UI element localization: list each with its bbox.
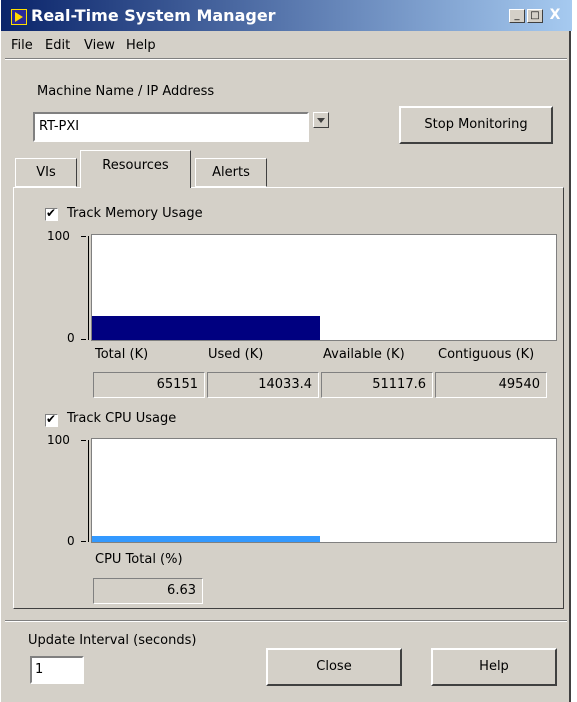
menu-bar: File Edit View Help [1,34,572,56]
memory-axis-min: 0 [67,331,75,345]
cpu-usage-bar [92,536,320,542]
menu-help[interactable]: Help [126,38,156,53]
tab-alerts[interactable]: Alerts [195,158,267,187]
menu-edit[interactable]: Edit [45,38,70,53]
minimize-button[interactable]: _ [509,9,525,23]
close-button[interactable]: Close [266,648,402,686]
machine-dropdown-button[interactable] [313,112,329,128]
menu-separator [5,58,567,60]
memory-col-total: Total (K) [95,347,149,362]
cpu-usage-chart [91,438,557,543]
track-cpu-label: Track CPU Usage [67,411,177,426]
bottom-separator [5,620,567,622]
machine-name-input[interactable]: RT-PXI [33,112,309,142]
maximize-button[interactable]: □ [527,9,543,23]
cpu-axis-min: 0 [67,534,75,548]
memory-axis-tick-max [81,236,86,237]
update-interval-label: Update Interval (seconds) [28,633,197,648]
cpu-axis-tick-min [81,541,86,542]
stop-monitoring-button[interactable]: Stop Monitoring [399,106,553,144]
memory-available-value: 51117.6 [321,372,433,398]
cpu-axis-max: 100 [47,433,70,447]
tab-resources[interactable]: Resources [80,150,191,188]
cpu-total-label: CPU Total (%) [95,552,183,567]
menu-view[interactable]: View [84,38,115,53]
track-memory-checkbox[interactable] [45,205,58,221]
cpu-total-value: 6.63 [93,578,203,604]
window: Real-Time System Manager _ □ X File Edit… [0,0,572,702]
memory-total-value: 65151 [93,372,205,398]
close-window-button[interactable]: X [547,8,563,23]
tab-vis[interactable]: VIs [15,158,77,187]
machine-name-label: Machine Name / IP Address [37,84,215,99]
window-title: Real-Time System Manager [31,6,276,25]
memory-axis-max: 100 [47,229,70,243]
memory-col-available: Available (K) [323,347,405,362]
memory-axis-tick-min [81,339,86,340]
memory-used-value: 14033.4 [207,372,319,398]
help-button[interactable]: Help [431,648,557,686]
title-bar: Real-Time System Manager _ □ X [1,0,572,31]
labview-app-icon [11,9,27,25]
track-cpu-checkbox[interactable] [45,411,58,427]
memory-usage-bar [92,316,320,340]
cpu-axis-tick-max [81,440,86,441]
update-interval-input[interactable]: 1 [30,656,84,684]
memory-contiguous-value: 49540 [435,372,547,398]
memory-col-contiguous: Contiguous (K) [438,347,535,362]
track-memory-label: Track Memory Usage [67,206,203,221]
menu-file[interactable]: File [11,38,33,53]
cpu-axis-line [88,440,89,542]
memory-col-used: Used (K) [208,347,264,362]
memory-axis-line [88,236,89,340]
